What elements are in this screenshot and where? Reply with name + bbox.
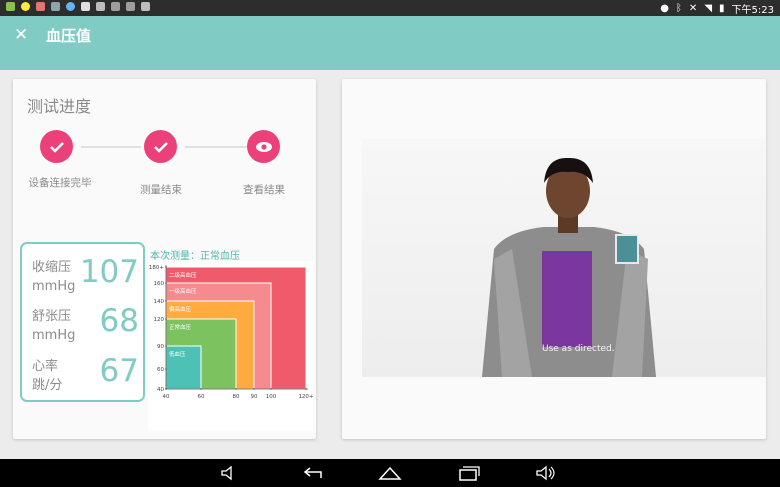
video-card: Use as directed. [342,79,766,439]
x-tick-label-2: 80 [233,394,240,400]
diastolic-name: 舒张压 [32,309,72,324]
bp-chart-svg: 二级高血压一级高血压偏高血压正常血压低血压 40 60 90 120 140 160 180+… [149,265,314,400]
usb-icon [111,2,120,11]
page-title: 血压值 [46,27,92,45]
systolic-unit: mmHg [32,279,76,294]
step-3-indicator[interactable] [247,130,280,163]
step-3-label: 查看结果 [243,184,285,196]
systolic-label: 收缩压 mmHg [32,258,75,296]
y-tick-label-5: 160 [154,281,165,287]
location-icon: ● [660,3,669,14]
diastolic-value: 68 [99,303,139,339]
app-bar: ✕ 血压值 [0,16,780,70]
video-frame: Use as directed. [482,157,656,377]
y-tick-label-1: 60 [157,367,164,373]
x-tick-label-4: 100 [266,394,277,400]
close-icon[interactable]: ✕ [14,25,28,45]
y-tick-label-0: 40 [157,387,164,393]
y-tick-label-6: 180+ [149,265,164,271]
mail-icon [36,2,45,11]
usb-icon [126,2,135,11]
no-sim-icon: ✕ [688,3,698,14]
heart-rate-label: 心率 跳/分 [32,357,62,395]
bluetooth-icon: ᛒ [675,3,682,14]
zone-label-1: 一级高血压 [169,287,197,295]
video-player[interactable]: Use as directed. [362,139,766,377]
x-tick-label-5: 120+ [298,394,313,400]
progress-card: 测试进度 设备连接完毕 测量结束 查看结果 收缩压 mmHg 107 舒张压 m… [13,79,316,439]
status-bar: ● ᛒ ✕ ◥ ▮ 下午5:23 [0,0,780,16]
zone-label-2: 偏高血压 [169,305,192,313]
volume-up-icon[interactable] [528,459,564,487]
blood-pressure-chart: 二级高血压一级高血压偏高血压正常血压低血压 40 60 90 120 140 160 180+… [148,261,314,431]
brightness-icon [21,2,30,11]
notification-icons [6,2,150,11]
nav-bar [0,459,780,487]
heart-rate-unit: 跳/分 [32,378,63,393]
mail-icon [81,2,90,11]
clock: 下午5:23 [731,5,774,16]
y-tick-label-2: 90 [157,344,164,350]
y-tick-label-4: 140 [154,299,165,305]
progress-title: 测试进度 [27,97,92,116]
step-connector [81,146,141,148]
photo-icon [6,2,15,11]
zone-label-4: 低血压 [169,350,186,358]
settings-icon [51,2,60,11]
battery-icon: ▮ [719,3,725,14]
heart-rate-value: 67 [99,353,139,389]
heart-rate-name: 心率 [32,359,59,374]
browser-icon [66,2,75,11]
x-tick-label-0: 40 [163,394,170,400]
systolic-name: 收缩压 [32,260,72,275]
check-icon [153,141,168,153]
diastolic-label: 舒张压 mmHg [32,307,75,345]
step-1-indicator [40,130,73,163]
diastolic-unit: mmHg [32,328,76,343]
vitals-panel: 收缩压 mmHg 107 舒张压 mmHg 68 心率 跳/分 67 [20,242,145,402]
volume-down-icon[interactable] [211,459,247,487]
step-1-label: 设备连接完毕 [28,177,92,189]
step-2-label: 测量结束 [140,184,182,196]
heart-rate-row: 心率 跳/分 67 [32,353,142,397]
sd-card-icon [141,2,150,11]
x-tick-label-1: 60 [198,394,205,400]
back-icon[interactable] [295,459,331,487]
eye-icon [255,141,272,152]
wifi-icon: ◥ [704,3,713,14]
video-caption: Use as directed. [542,344,615,354]
step-connector [185,146,247,148]
x-tick-label-3: 90 [251,394,258,400]
wifi-off-icon [96,2,105,11]
systolic-value: 107 [79,254,139,290]
home-icon[interactable] [372,459,408,487]
zone-label-0: 二级高血压 [169,271,197,279]
zone-label-3: 正常血压 [169,323,192,331]
systolic-row: 收缩压 mmHg 107 [32,254,142,298]
step-2-indicator [144,130,177,163]
recents-icon[interactable] [451,459,487,487]
result-text: 本次测量：正常血压 [150,251,240,262]
diastolic-row: 舒张压 mmHg 68 [32,303,142,347]
check-icon [49,141,64,153]
y-tick-label-3: 120 [154,317,165,323]
